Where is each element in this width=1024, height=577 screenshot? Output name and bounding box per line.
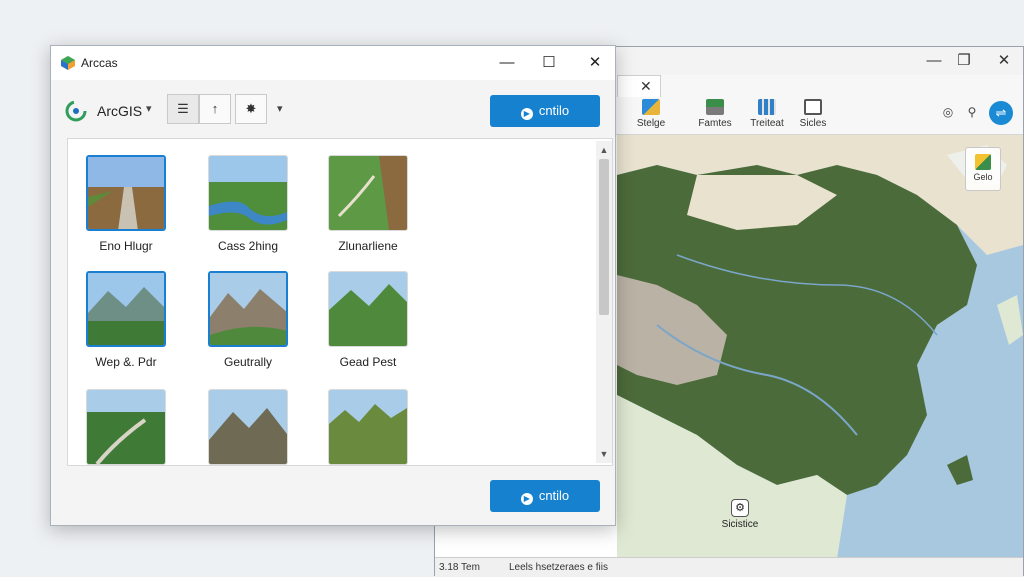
marker-label: Sicistice [721,519,759,530]
button-label: cntilo [538,103,570,118]
minimize-icon[interactable]: — [919,51,949,71]
tile-label: Gead Pest [339,355,397,369]
thumbnail-gallery[interactable]: Eno Hlugr Cass 2hing Zlunarliene Wep &. … [67,138,613,466]
chevron-down-icon[interactable]: ▾ [146,102,152,115]
navigate-button[interactable]: ⇌ [989,101,1013,125]
thumbnail-image [86,155,166,231]
settings-button[interactable]: ✸ [235,94,267,124]
gallery-tile[interactable]: Cass 2hing [208,155,288,253]
gallery-tile[interactable]: Gead Pest [328,271,408,369]
dialog-titlebar: Arccas — ☐ ✕ [51,46,615,80]
ribbon-button-treiteat[interactable]: Treiteat [741,99,793,133]
ribbon-button-famtes[interactable]: Famtes [689,99,741,133]
locate-icon[interactable]: ◎ [939,103,957,121]
gallery-tile[interactable] [86,389,166,465]
ribbon-label: Treiteat [750,118,784,129]
up-arrow-icon: ↑ [211,101,219,116]
chevron-down-icon[interactable]: ▾ [277,102,283,115]
map-tab[interactable]: ✕ [617,75,661,97]
gallery-tile[interactable]: Geutrally [208,271,288,369]
close-icon[interactable]: ✕ [989,51,1019,71]
status-bar: 3.18 Tem Leels hsetzeraes e fiis [435,557,1023,577]
play-icon: ▶ [520,108,533,120]
ribbon-label: Stelge [636,118,666,129]
primary-action-button-top[interactable]: ▶ cntilo [490,95,600,127]
tile-label: Geutrally [223,355,273,369]
marker-icon: ⚙ [731,499,749,517]
geo-icon [975,154,991,170]
dialog-title: Arccas [81,56,118,70]
thumbnail-image [86,271,166,347]
dialog-toolbar: ArcGIS ▾ ☰ ↑ ✸ ▾ ▶ cntilo [51,80,615,138]
gallery-dialog[interactable]: Arccas — ☐ ✕ ArcGIS ▾ ☰ ↑ ✸ ▾ ▶ cntilo E… [50,45,616,526]
gallery-tile[interactable]: Wep &. Pdr [86,271,166,369]
map-canvas [617,135,1023,559]
arcgis-logo-icon [65,100,87,122]
thumbnail-image [86,389,166,465]
tile-label: Eno Hlugr [99,239,153,253]
thumbnail-image [328,271,408,347]
ribbon-label: Sicles [799,118,827,129]
select-icon [804,99,822,115]
table-icon [758,99,776,115]
map-view[interactable] [617,135,1023,559]
geo-widget[interactable]: Gelo [965,147,1001,191]
gallery-tile[interactable]: Zlunarliene [328,155,408,253]
geo-widget-label: Gelo [973,172,993,182]
button-label: cntilo [538,488,570,503]
thumbnail-image [328,389,408,465]
gallery-tile[interactable] [328,389,408,465]
thumbnail-image [208,271,288,347]
close-button[interactable]: ✕ [575,52,615,74]
list-view-button[interactable]: ☰ [167,94,199,124]
gallery-tile[interactable] [208,389,288,465]
ribbon-button-stelge[interactable]: Stelge [625,99,677,133]
thumbnail-image [328,155,408,231]
tile-label: Cass 2hing [217,239,279,253]
minimize-button[interactable]: — [487,52,527,74]
scroll-down-icon[interactable]: ▼ [596,447,612,461]
cube-icon [642,99,660,115]
maximize-button[interactable]: ☐ [529,52,569,74]
play-icon: ▶ [520,493,533,505]
tile-label: Zlunarliene [338,239,398,253]
layers-icon [706,99,724,115]
vertical-scrollbar[interactable]: ▲ ▼ [596,141,612,463]
scroll-thumb[interactable] [599,159,609,315]
status-left: 3.18 Tem [439,562,480,573]
scroll-up-icon[interactable]: ▲ [596,143,612,157]
map-marker[interactable]: ⚙ Sicistice [717,499,763,539]
thumbnail-image [208,155,288,231]
gallery-tile[interactable]: Eno Hlugr [86,155,166,253]
pin-icon[interactable]: ⚲ [963,103,981,121]
ribbon-button-sicles[interactable]: Sicles [787,99,839,133]
primary-action-button-bottom[interactable]: ▶ cntilo [490,480,600,512]
ribbon-label: Famtes [698,118,732,129]
up-button[interactable]: ↑ [199,94,231,124]
tile-label: Wep &. Pdr [95,355,157,369]
thumbnail-image [208,389,288,465]
maximize-icon[interactable]: ❐ [949,51,979,71]
status-middle: Leels hsetzeraes e fiis [509,562,608,573]
tab-close-icon[interactable]: ✕ [640,78,652,95]
brand-label[interactable]: ArcGIS [97,103,142,119]
app-icon [61,56,75,70]
list-icon: ☰ [177,101,189,116]
gear-icon: ✸ [245,101,257,116]
